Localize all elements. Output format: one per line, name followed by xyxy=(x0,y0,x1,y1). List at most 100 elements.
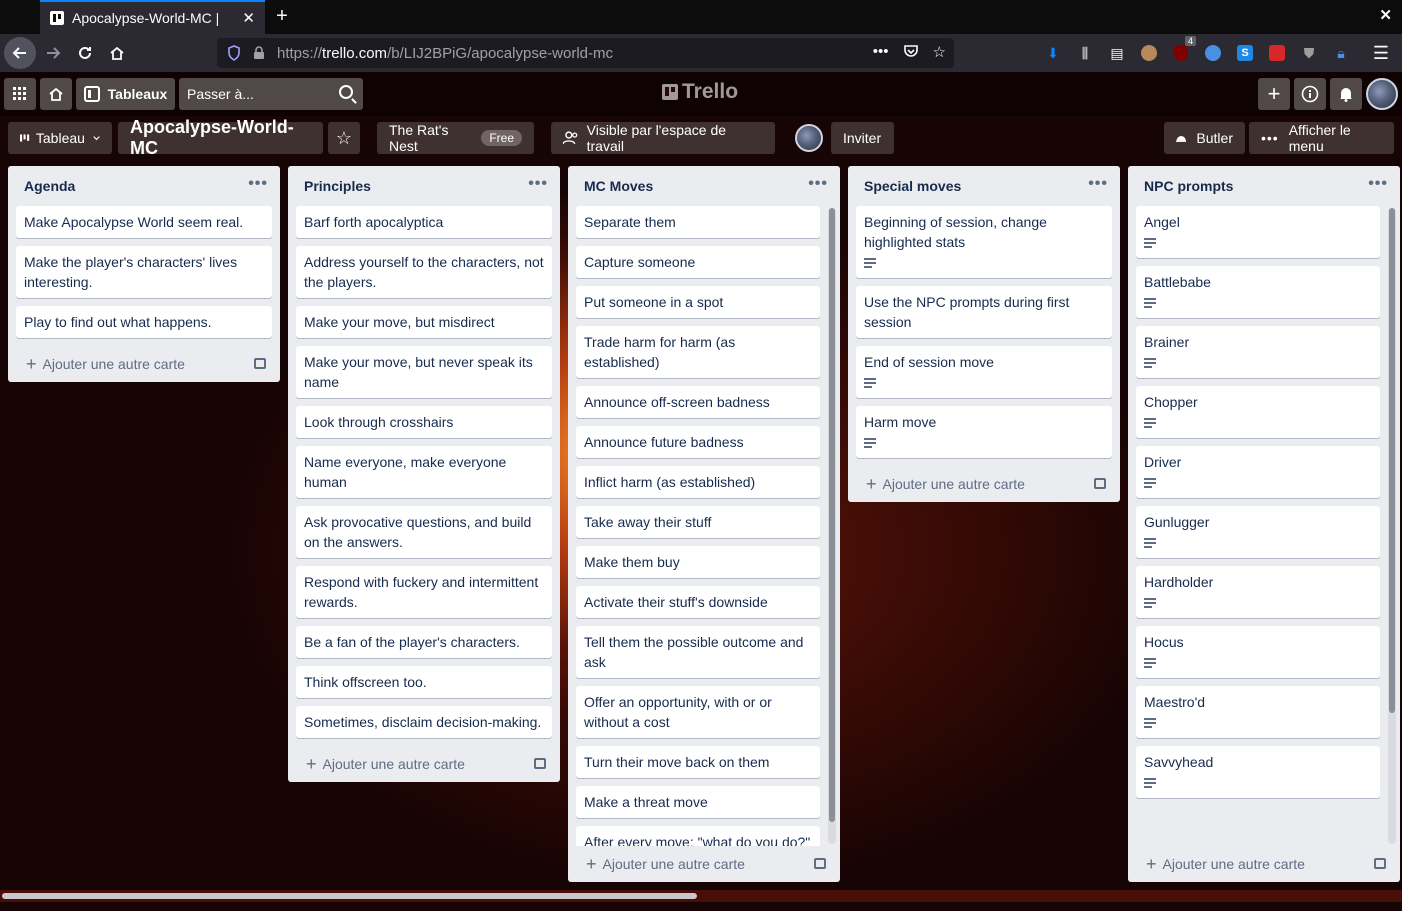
bookmark-star-icon[interactable]: ☆ xyxy=(933,43,946,63)
card[interactable]: Beginning of session, change highlighted… xyxy=(856,206,1112,278)
card-template-icon[interactable] xyxy=(814,858,826,869)
home-button[interactable] xyxy=(40,78,72,110)
card[interactable]: Chopper xyxy=(1136,386,1380,438)
card[interactable]: Savvyhead xyxy=(1136,746,1380,798)
page-actions-icon[interactable]: ••• xyxy=(873,43,889,63)
member-avatar[interactable] xyxy=(795,124,823,152)
card[interactable]: Announce future badness xyxy=(576,426,820,458)
forward-button[interactable] xyxy=(38,38,68,68)
list-header[interactable]: MC Moves ••• xyxy=(568,166,840,206)
card[interactable]: Announce off-screen badness xyxy=(576,386,820,418)
show-menu-button[interactable]: ••• Afficher le menu xyxy=(1249,122,1394,154)
close-window-icon[interactable]: ✕ xyxy=(1379,6,1392,24)
card[interactable]: End of session move xyxy=(856,346,1112,398)
card[interactable]: Make your move, but misdirect xyxy=(296,306,552,338)
create-button[interactable]: + xyxy=(1258,78,1290,110)
card[interactable]: Offer an opportunity, with or or without… xyxy=(576,686,820,738)
card[interactable]: After every move: "what do you do?" xyxy=(576,826,820,846)
library-icon[interactable]: ⫼ xyxy=(1074,42,1096,64)
card-template-icon[interactable] xyxy=(534,758,546,769)
card-scroll-area[interactable]: Angel Battlebabe Brainer Chopper Driver … xyxy=(1128,206,1400,846)
list-header[interactable]: Principles ••• xyxy=(288,166,560,206)
card[interactable]: Inflict harm (as established) xyxy=(576,466,820,498)
list-menu-icon[interactable]: ••• xyxy=(528,175,548,193)
list-menu-icon[interactable]: ••• xyxy=(248,175,268,193)
card[interactable]: Play to find out what happens. xyxy=(16,306,272,338)
list-title[interactable]: Special moves xyxy=(864,178,961,194)
card[interactable]: Activate their stuff's downside xyxy=(576,586,820,618)
user-avatar[interactable] xyxy=(1366,78,1398,110)
add-card-button[interactable]: + Ajouter une autre carte xyxy=(288,746,560,782)
add-card-button[interactable]: + Ajouter une autre carte xyxy=(1128,846,1400,882)
profile-extension-icon[interactable] xyxy=(1138,42,1160,64)
card[interactable]: Name everyone, make everyone human xyxy=(296,446,552,498)
shield-icon[interactable] xyxy=(227,45,241,61)
list-header[interactable]: NPC prompts ••• xyxy=(1128,166,1400,206)
add-card-button[interactable]: + Ajouter une autre carte xyxy=(848,466,1120,502)
scrollbar-thumb[interactable] xyxy=(829,208,835,822)
card[interactable]: Separate them xyxy=(576,206,820,238)
sidebar-icon[interactable]: ▤ xyxy=(1106,42,1128,64)
card-scroll-area[interactable]: Separate them Capture someone Put someon… xyxy=(568,206,840,846)
visibility-button[interactable]: Visible par l'espace de travail xyxy=(551,122,775,154)
search-input[interactable]: Passer à... xyxy=(179,78,363,110)
board-title[interactable]: Apocalypse-World-MC xyxy=(118,117,323,158)
red-extension-icon[interactable] xyxy=(1266,42,1288,64)
card[interactable]: Hardholder xyxy=(1136,566,1380,618)
board-horizontal-scrollbar[interactable] xyxy=(0,890,1402,902)
list-title[interactable]: MC Moves xyxy=(584,178,653,194)
card[interactable]: Hocus xyxy=(1136,626,1380,678)
boards-button[interactable]: Tableaux xyxy=(76,78,175,110)
list-scrollbar[interactable] xyxy=(1388,208,1396,844)
card[interactable]: Gunlugger xyxy=(1136,506,1380,558)
pocket-icon[interactable] xyxy=(903,43,919,63)
trello-logo[interactable]: Trello xyxy=(662,80,738,104)
card[interactable]: Make Apocalypse World seem real. xyxy=(16,206,272,238)
back-button[interactable] xyxy=(4,37,36,69)
new-tab-button[interactable]: + xyxy=(270,4,294,28)
hamburger-menu-icon[interactable]: ☰ xyxy=(1370,42,1392,64)
notifications-button[interactable] xyxy=(1330,78,1362,110)
card[interactable]: Harm move xyxy=(856,406,1112,458)
list-menu-icon[interactable]: ••• xyxy=(1088,175,1108,193)
card[interactable]: Battlebabe xyxy=(1136,266,1380,318)
list-header[interactable]: Special moves ••• xyxy=(848,166,1120,206)
list-title[interactable]: Agenda xyxy=(24,178,75,194)
star-board-button[interactable]: ☆ xyxy=(328,122,360,154)
gray-shield-icon[interactable]: ⛊ xyxy=(1298,42,1320,64)
close-tab-icon[interactable]: ✕ xyxy=(242,9,255,27)
card[interactable]: Trade harm for harm (as established) xyxy=(576,326,820,378)
butler-button[interactable]: Butler xyxy=(1164,122,1245,154)
card[interactable]: Angel xyxy=(1136,206,1380,258)
list-header[interactable]: Agenda ••• xyxy=(8,166,280,206)
lock-extension-icon[interactable]: 🔒︎ xyxy=(1330,42,1352,64)
card[interactable]: Make the player's characters' lives inte… xyxy=(16,246,272,298)
card-template-icon[interactable] xyxy=(1374,858,1386,869)
card[interactable]: Look through crosshairs xyxy=(296,406,552,438)
lock-icon[interactable] xyxy=(253,46,265,60)
ublock-icon[interactable]: 4 xyxy=(1170,36,1196,64)
card[interactable]: Driver xyxy=(1136,446,1380,498)
card[interactable]: Ask provocative questions, and build on … xyxy=(296,506,552,558)
card[interactable]: Capture someone xyxy=(576,246,820,278)
list-menu-icon[interactable]: ••• xyxy=(1368,175,1388,193)
list-title[interactable]: Principles xyxy=(304,178,371,194)
card[interactable]: Respond with fuckery and intermittent re… xyxy=(296,566,552,618)
list-scrollbar[interactable] xyxy=(828,208,836,844)
board-view-switcher[interactable]: Tableau xyxy=(8,122,112,154)
card[interactable]: Make a threat move xyxy=(576,786,820,818)
card[interactable]: Make your move, but never speak its name xyxy=(296,346,552,398)
home-button[interactable] xyxy=(102,38,132,68)
card[interactable]: Brainer xyxy=(1136,326,1380,378)
card[interactable]: Address yourself to the characters, not … xyxy=(296,246,552,298)
apps-button[interactable] xyxy=(4,78,36,110)
card[interactable]: Turn their move back on them xyxy=(576,746,820,778)
card[interactable]: Be a fan of the player's characters. xyxy=(296,626,552,658)
card-template-icon[interactable] xyxy=(254,358,266,369)
list-title[interactable]: NPC prompts xyxy=(1144,178,1233,194)
card[interactable]: Sometimes, disclaim decision-making. xyxy=(296,706,552,738)
card[interactable]: Think offscreen too. xyxy=(296,666,552,698)
card[interactable]: Tell them the possible outcome and ask xyxy=(576,626,820,678)
download-icon[interactable]: ⬇ xyxy=(1042,42,1064,64)
card[interactable]: Make them buy xyxy=(576,546,820,578)
